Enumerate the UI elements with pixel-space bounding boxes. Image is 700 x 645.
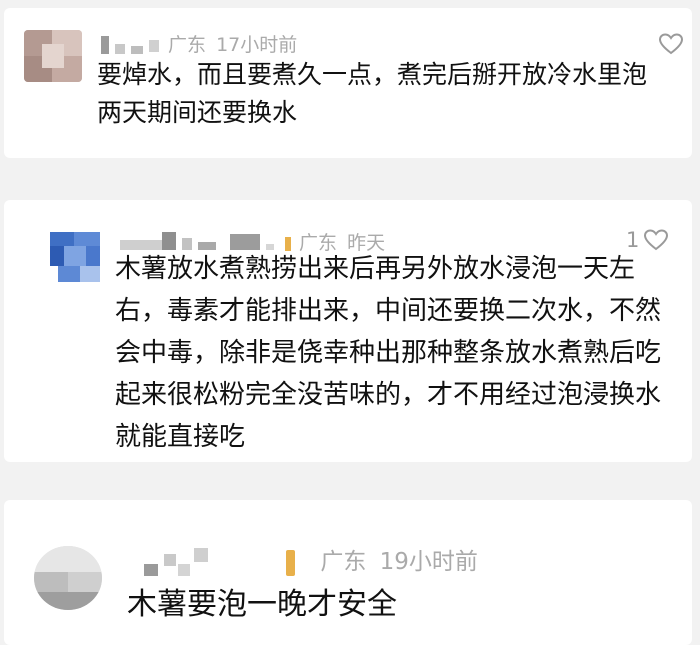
- avatar[interactable]: [50, 232, 100, 282]
- comment-text: 要焯水，而且要煮久一点，煮完后掰开放冷水里泡两天期间还要换水: [97, 60, 648, 127]
- avatar[interactable]: [34, 546, 102, 610]
- like-button[interactable]: [658, 32, 684, 56]
- comment-meta: 广东 19小时前: [286, 542, 478, 576]
- comment-meta: 广东 17小时前: [168, 30, 297, 57]
- location-tag-mark: [286, 549, 295, 576]
- comment-text: 木薯要泡一晚才安全: [127, 587, 397, 622]
- avatar[interactable]: [24, 30, 82, 82]
- location-label: 广东: [168, 34, 207, 56]
- timestamp: 17小时前: [216, 34, 298, 56]
- heart-outline-icon: [658, 32, 684, 56]
- username-redacted[interactable]: [101, 34, 171, 56]
- username-redacted[interactable]: [144, 548, 224, 578]
- timestamp: 19小时前: [379, 549, 478, 575]
- comment-text: 木薯放水煮熟捞出来后再另外放水浸泡一天左右，毒素才能排出来，中间还要换二次水，不…: [115, 254, 662, 452]
- location-label: 广东: [320, 549, 367, 575]
